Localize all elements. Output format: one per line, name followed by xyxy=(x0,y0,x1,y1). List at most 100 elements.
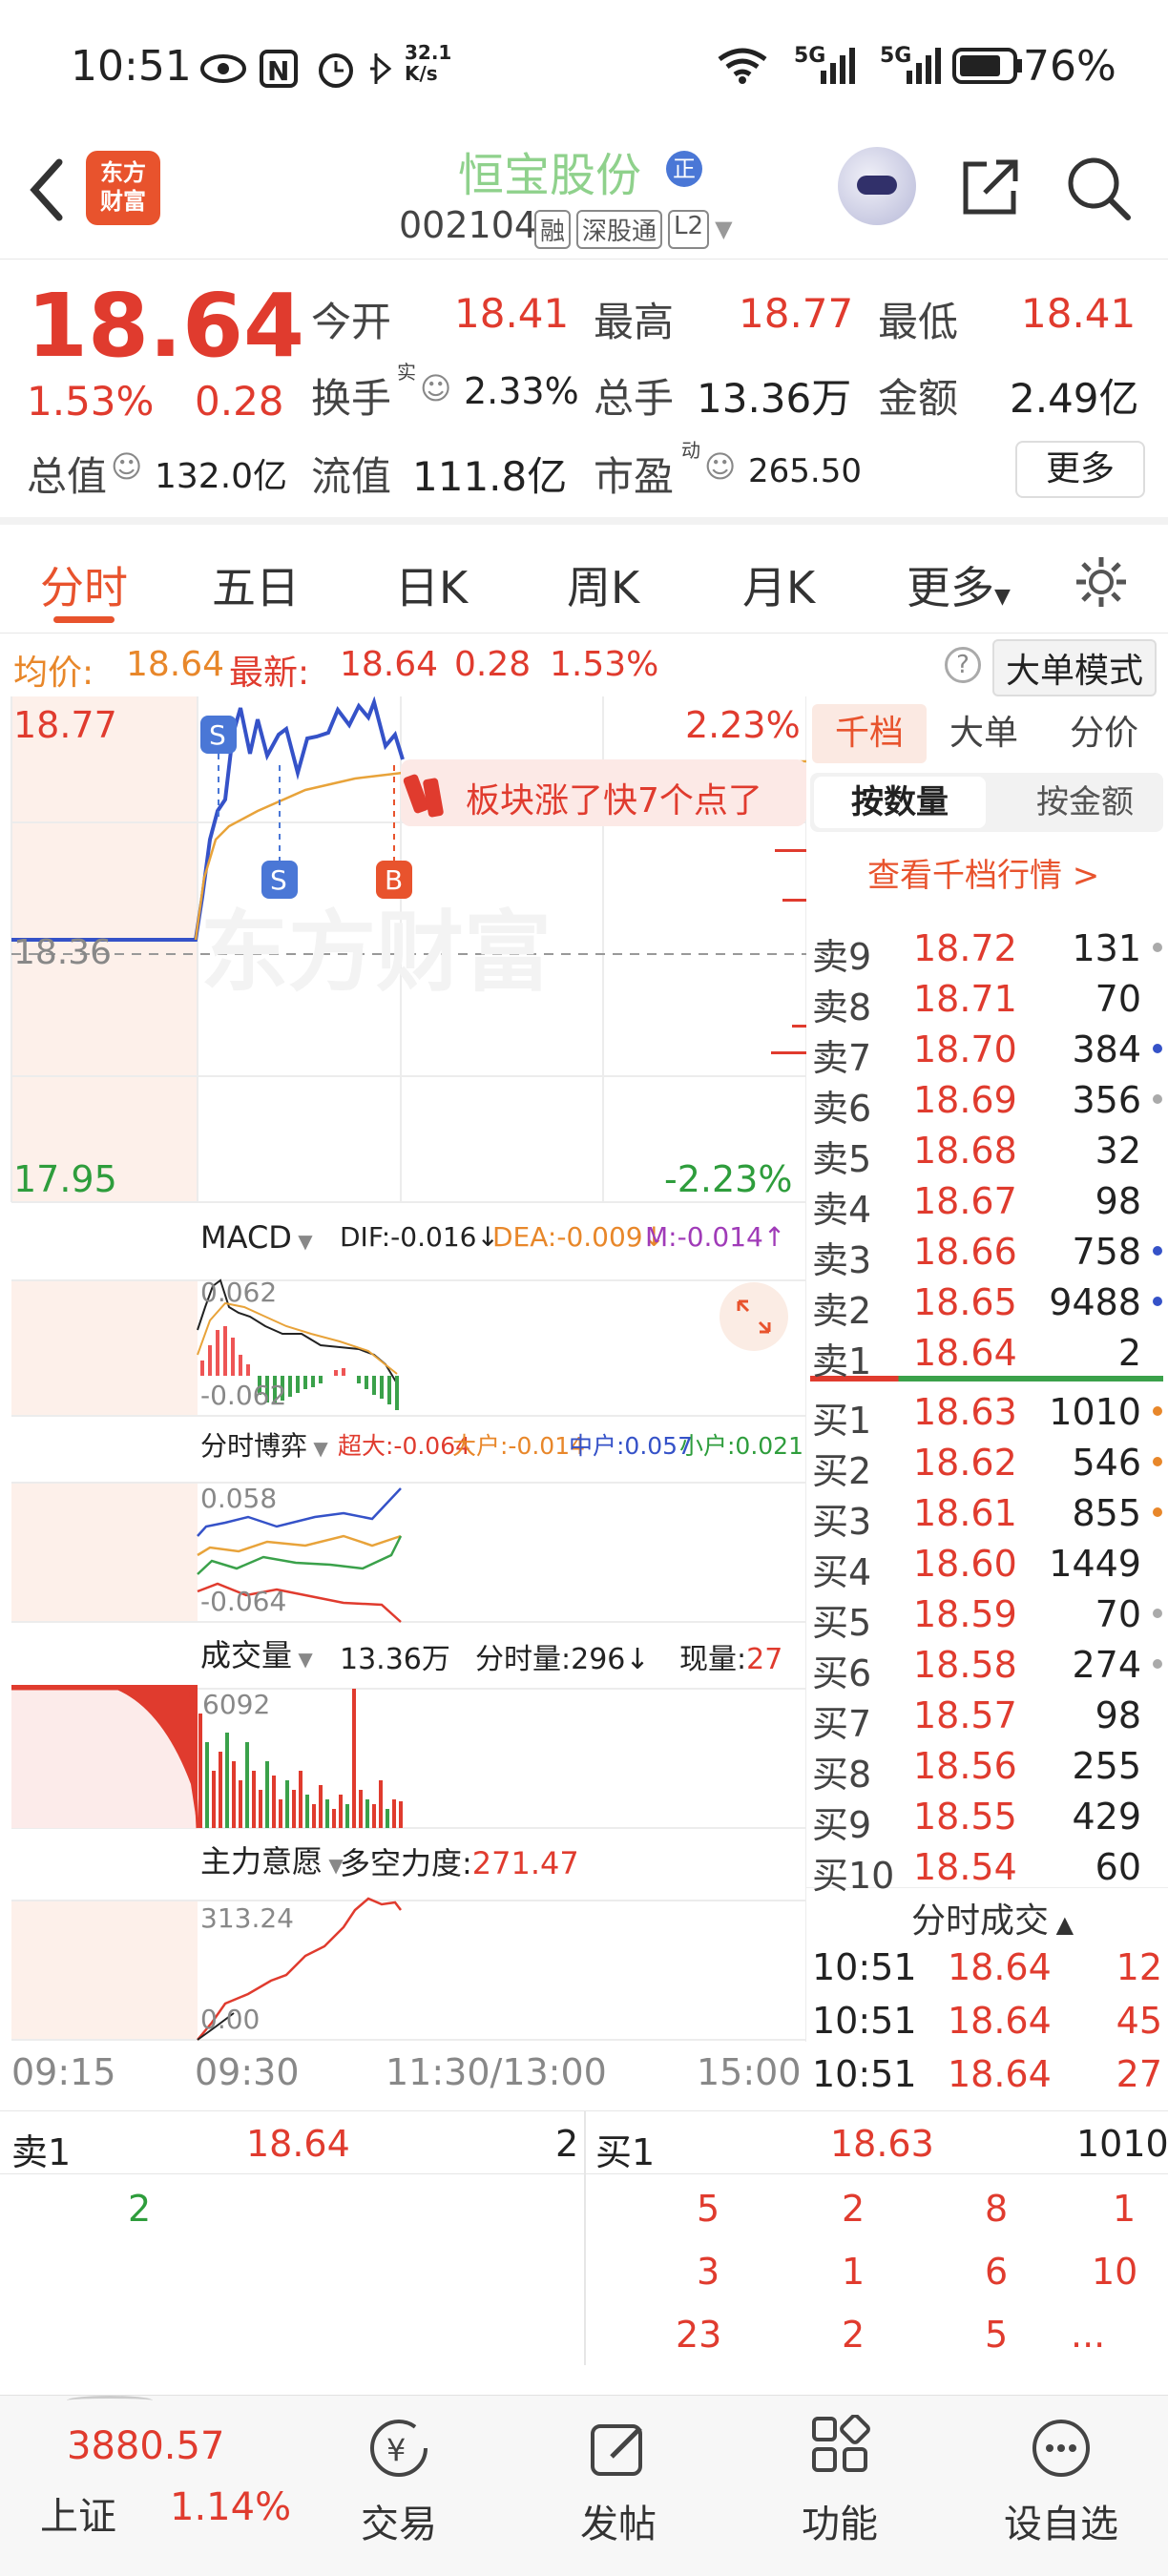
order-marker-dot xyxy=(1153,1457,1162,1466)
dea-value: DEA:-0.009↓ xyxy=(492,1221,666,1253)
bid-row[interactable]: 买4 18.60 1449 xyxy=(806,1539,1168,1593)
bid-row[interactable]: 买7 18.57 98 xyxy=(806,1691,1168,1745)
ask-row[interactable]: 卖5 18.68 32 xyxy=(806,1126,1168,1180)
ask-row[interactable]: 卖1 18.64 2 xyxy=(806,1328,1168,1382)
main-force-selector[interactable]: 主力意愿 ▼ xyxy=(200,1838,344,1881)
net-speed: 32.1 K/s xyxy=(405,41,452,85)
index-change[interactable]: 1.14% xyxy=(170,2485,291,2529)
info-icon[interactable]: ☺ xyxy=(420,370,451,406)
tab-daily-k[interactable]: 日K xyxy=(395,553,468,616)
volume-bar xyxy=(379,1780,383,1828)
volume-bar xyxy=(345,1804,349,1828)
signal-icons xyxy=(718,48,1022,84)
nav-trade[interactable]: ¥ 交易 xyxy=(323,2415,475,2548)
volume-selector[interactable]: 成交量 ▼ xyxy=(200,1631,313,1675)
ask-row[interactable]: 卖4 18.67 98 xyxy=(806,1176,1168,1231)
tab-big-order[interactable]: 大单 xyxy=(949,704,1018,763)
bid-row[interactable]: 买5 18.59 70 xyxy=(806,1589,1168,1644)
latest-price: 18.64 xyxy=(340,645,439,684)
ask-quantity: 9488 xyxy=(1049,1281,1141,1323)
ask-row[interactable]: 卖6 18.69 356 xyxy=(806,1075,1168,1130)
bid-row[interactable]: 买6 18.58 274 xyxy=(806,1640,1168,1694)
svg-text:N: N xyxy=(267,55,289,87)
high-value: 18.77 xyxy=(739,290,854,337)
bid-quantity: 98 xyxy=(1095,1694,1141,1736)
ask-row[interactable]: 卖2 18.65 9488 xyxy=(806,1278,1168,1332)
ask-row[interactable]: 卖9 18.72 131 xyxy=(806,924,1168,978)
app-logo[interactable]: 东方 财富 xyxy=(86,151,160,225)
volume-bar xyxy=(372,1804,376,1828)
tab-price-distribution[interactable]: 分价 xyxy=(1070,704,1138,763)
bid-row[interactable]: 买8 18.56 255 xyxy=(806,1741,1168,1796)
ask-row[interactable]: 卖7 18.70 384 xyxy=(806,1025,1168,1079)
dif-value: DIF:-0.016↓ xyxy=(340,1221,499,1253)
index-value[interactable]: 3880.57 xyxy=(67,2424,224,2468)
by-quantity-toggle[interactable]: 按数量 xyxy=(814,777,986,828)
tick-trade-row: 10:51 18.64 27 xyxy=(806,2049,1168,2100)
chevron-up-icon[interactable] xyxy=(67,2396,153,2405)
bid-quantity: 1449 xyxy=(1049,1543,1141,1585)
ask-price: 18.72 xyxy=(913,927,1017,969)
tab-five-day[interactable]: 五日 xyxy=(212,553,300,616)
bid-price: 18.56 xyxy=(913,1745,1017,1787)
volume-bar xyxy=(198,1714,202,1828)
nav-functions[interactable]: 功能 xyxy=(763,2414,916,2548)
bid-row[interactable]: 买9 18.55 429 xyxy=(806,1792,1168,1846)
volume-bar xyxy=(245,1742,249,1828)
game-line-small xyxy=(197,1535,403,1575)
intraday-chart[interactable]: 东方财富 S S B 18.77 2.23% 18.36 17.95 -2.23… xyxy=(0,696,806,2110)
bid-row[interactable]: 买3 18.61 855 xyxy=(806,1488,1168,1543)
ask-price: 18.67 xyxy=(913,1180,1017,1222)
tab-monthly-k[interactable]: 月K xyxy=(742,553,815,616)
volume-bar xyxy=(239,1780,242,1828)
bid-queue-item: 5 xyxy=(697,2188,720,2230)
ask-price: 18.64 xyxy=(913,1332,1017,1374)
volume-bars xyxy=(11,1685,199,1829)
info-icon[interactable]: ☺ xyxy=(704,448,736,485)
bid1-price: 18.63 xyxy=(830,2123,934,2165)
chart-low-label: 17.95 xyxy=(13,1158,117,1200)
index-name[interactable]: 上证 xyxy=(40,2485,116,2541)
nav-add-watchlist[interactable]: 设自选 xyxy=(985,2415,1137,2548)
tab-thousand-level[interactable]: 千档 xyxy=(812,704,927,763)
help-icon[interactable]: ? xyxy=(945,647,981,683)
back-icon[interactable] xyxy=(25,156,67,223)
chart-canvas: 东方财富 S S B xyxy=(10,696,806,2042)
bid-queue-item: 1 xyxy=(1113,2188,1137,2230)
ask-row[interactable]: 卖8 18.71 70 xyxy=(806,974,1168,1028)
assistant-avatar[interactable] xyxy=(838,147,916,225)
view-depth-link[interactable]: 查看千档行情 > xyxy=(867,849,1099,896)
tick-trades-toggle[interactable]: 分时成交 ▲ xyxy=(911,1893,1074,1942)
search-icon[interactable] xyxy=(1065,155,1134,223)
tick-trade-row: 10:51 18.64 12 xyxy=(806,1942,1168,1993)
game-selector[interactable]: 分时博弈 ▼ xyxy=(200,1425,328,1464)
share-icon[interactable] xyxy=(958,155,1023,219)
bid-row[interactable]: 买2 18.62 546 xyxy=(806,1438,1168,1492)
ask-price: 18.69 xyxy=(913,1079,1017,1121)
ask-row[interactable]: 卖3 18.66 758 xyxy=(806,1227,1168,1281)
bid-price: 18.62 xyxy=(913,1442,1017,1484)
last-price: 18.64 xyxy=(27,275,305,377)
gear-icon[interactable] xyxy=(1073,553,1130,611)
tab-intraday[interactable]: 分时 xyxy=(40,553,128,616)
nav-post[interactable]: 发帖 xyxy=(542,2415,695,2548)
chevron-down-icon[interactable]: ▼ xyxy=(715,216,732,249)
time-axis-label: 09:30 xyxy=(195,2051,300,2093)
chevron-down-icon: ▼ xyxy=(994,585,1011,609)
ask-level-label: 卖2 xyxy=(812,1290,872,1332)
by-amount-toggle[interactable]: 按金额 xyxy=(1009,777,1161,828)
tab-weekly-k[interactable]: 周K xyxy=(567,553,639,616)
macd-selector[interactable]: MACD ▼ xyxy=(200,1219,313,1256)
volume-bar xyxy=(259,1790,262,1828)
sector-banner[interactable]: 板块涨了快7个点了 xyxy=(466,773,762,822)
order-marker-dot xyxy=(1153,943,1162,952)
order-marker-dot xyxy=(1153,1297,1162,1306)
bid-row[interactable]: 买10 18.54 60 xyxy=(806,1842,1168,1897)
tab-more[interactable]: 更多▼ xyxy=(907,553,1011,616)
market-cap-value: 132.0亿 xyxy=(155,457,288,496)
bid-row[interactable]: 买1 18.63 1010 xyxy=(806,1387,1168,1442)
big-order-mode-button[interactable]: 大单模式 xyxy=(992,639,1158,696)
info-icon[interactable]: ☺ xyxy=(111,448,142,485)
bull-bear-strength: 271.47 xyxy=(471,1845,579,1881)
more-button[interactable]: 更多 xyxy=(1015,441,1145,498)
